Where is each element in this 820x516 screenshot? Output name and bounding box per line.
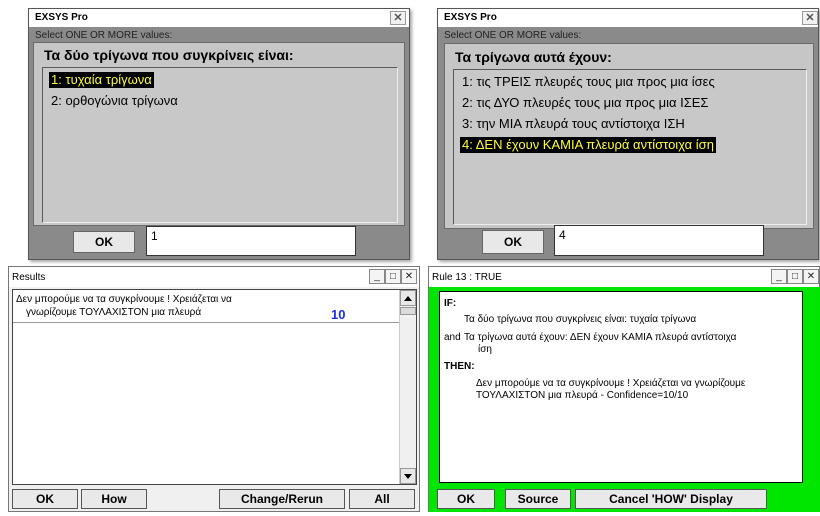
- rule-green-area: IF: Τα δύο τρίγωνα που συγκρίνεις είναι:…: [429, 287, 820, 512]
- if-label: IF:: [444, 298, 457, 309]
- maximize-icon[interactable]: □: [385, 269, 401, 284]
- close-icon[interactable]: ✕: [803, 269, 819, 284]
- scroll-down-icon[interactable]: [400, 468, 416, 484]
- option-3[interactable]: 3: την ΜΙΑ πλευρά τους αντίστοιχα ΙΣΗ: [460, 116, 687, 132]
- cancel-how-display-button[interactable]: Cancel 'HOW' Display: [575, 489, 767, 509]
- dialog-titlebar: EXSYS Pro ✕: [29, 9, 409, 27]
- confidence-value: 10: [331, 307, 346, 322]
- option-2[interactable]: 2: τις ΔΥΟ πλευρές τους μια προς μια ΙΣΕ…: [460, 95, 710, 111]
- dialog-triangles-sides: EXSYS Pro ✕ Select ONE OR MORE values: Τ…: [437, 8, 819, 260]
- all-button[interactable]: All: [349, 489, 415, 509]
- ok-button[interactable]: OK: [437, 489, 495, 509]
- scrollbar[interactable]: [399, 290, 416, 484]
- condition-2-line-2: ίση: [478, 344, 492, 355]
- question-text: Τα τρίγωνα αυτά έχουν:: [455, 49, 612, 65]
- option-1[interactable]: 1: τυχαία τρίγωνα: [49, 72, 154, 88]
- minimize-icon[interactable]: _: [771, 269, 787, 284]
- question-text: Τα δύο τρίγωνα που συγκρίνεις είναι:: [44, 47, 294, 63]
- dialog-triangles-compare: EXSYS Pro ✕ Select ONE OR MORE values: Τ…: [28, 8, 410, 260]
- dialog-subtitle: Select ONE OR MORE values:: [444, 30, 582, 41]
- close-icon[interactable]: ✕: [390, 11, 406, 25]
- result-line-1: Δεν μπορούμε να τα συγκρίνουμε ! Χρειάζε…: [476, 378, 746, 389]
- rule-content: IF: Τα δύο τρίγωνα που συγκρίνεις είναι:…: [439, 291, 803, 483]
- dialog-subtitle: Select ONE OR MORE values:: [35, 30, 173, 41]
- ok-button[interactable]: OK: [12, 489, 78, 509]
- condition-1: Τα δύο τρίγωνα που συγκρίνεις είναι: τυχ…: [464, 314, 697, 325]
- minimize-icon[interactable]: _: [369, 269, 385, 284]
- maximize-icon[interactable]: □: [787, 269, 803, 284]
- results-content: Δεν μπορούμε να τα συγκρίνουμε ! Χρειάζε…: [12, 289, 417, 485]
- close-icon[interactable]: ✕: [802, 11, 818, 25]
- window-title: Rule 13 : TRUE: [432, 272, 502, 283]
- option-1[interactable]: 1: τις ΤΡΕΙΣ πλευρές τους μια προς μια ί…: [460, 74, 717, 90]
- source-button[interactable]: Source: [505, 489, 571, 509]
- ok-button[interactable]: OK: [482, 230, 544, 254]
- options-list: 1: τις ΤΡΕΙΣ πλευρές τους μια προς μια ί…: [453, 69, 807, 225]
- ok-button[interactable]: OK: [73, 231, 135, 253]
- window-titlebar: Results: [9, 267, 419, 287]
- result-line-2: ΤΟΥΛΑΧΙΣΤΟΝ μια πλευρά - Confidence=10/1…: [476, 390, 689, 401]
- how-button[interactable]: How: [81, 489, 147, 509]
- window-title: Results: [12, 272, 46, 283]
- dialog-title: EXSYS Pro: [35, 12, 88, 23]
- value-input[interactable]: 1: [146, 226, 356, 256]
- options-list: 1: τυχαία τρίγωνα 2: ορθογώνια τρίγωνα: [42, 67, 398, 223]
- dialog-titlebar: EXSYS Pro ✕: [438, 9, 818, 27]
- scroll-up-icon[interactable]: [400, 290, 416, 306]
- close-icon[interactable]: ✕: [401, 269, 417, 284]
- result-separator: [13, 322, 399, 323]
- option-4[interactable]: 4: ΔΕΝ έχουν ΚΑΜΙΑ πλευρά αντίστοιχα ίση: [460, 137, 716, 153]
- change-rerun-button[interactable]: Change/Rerun: [219, 489, 345, 509]
- result-line-2: γνωρίζουμε ΤΟΥΛΑΧΙΣΤΟΝ μια πλευρά: [26, 307, 202, 318]
- results-window: Results _ □ ✕ Δεν μπορούμε να τα συγκρίν…: [8, 266, 420, 512]
- then-label: THEN:: [444, 361, 475, 372]
- question-panel: Τα δύο τρίγωνα που συγκρίνεις είναι: 1: …: [33, 42, 405, 226]
- rule-window: Rule 13 : TRUE _ □ ✕ IF: Τα δύο τρίγωνα …: [428, 266, 820, 512]
- window-titlebar: Rule 13 : TRUE: [429, 267, 819, 287]
- and-label: and: [444, 332, 461, 343]
- result-line-1: Δεν μπορούμε να τα συγκρίνουμε ! Χρειάζε…: [16, 294, 232, 305]
- question-panel: Τα τρίγωνα αυτά έχουν: 1: τις ΤΡΕΙΣ πλευ…: [444, 43, 814, 229]
- condition-2-line-1: Τα τρίγωνα αυτά έχουν: ΔΕΝ έχουν ΚΑΜΙΑ π…: [464, 332, 737, 343]
- value-input[interactable]: 4: [554, 225, 764, 256]
- dialog-title: EXSYS Pro: [444, 12, 497, 23]
- scroll-thumb[interactable]: [400, 307, 416, 315]
- option-2[interactable]: 2: ορθογώνια τρίγωνα: [49, 93, 180, 109]
